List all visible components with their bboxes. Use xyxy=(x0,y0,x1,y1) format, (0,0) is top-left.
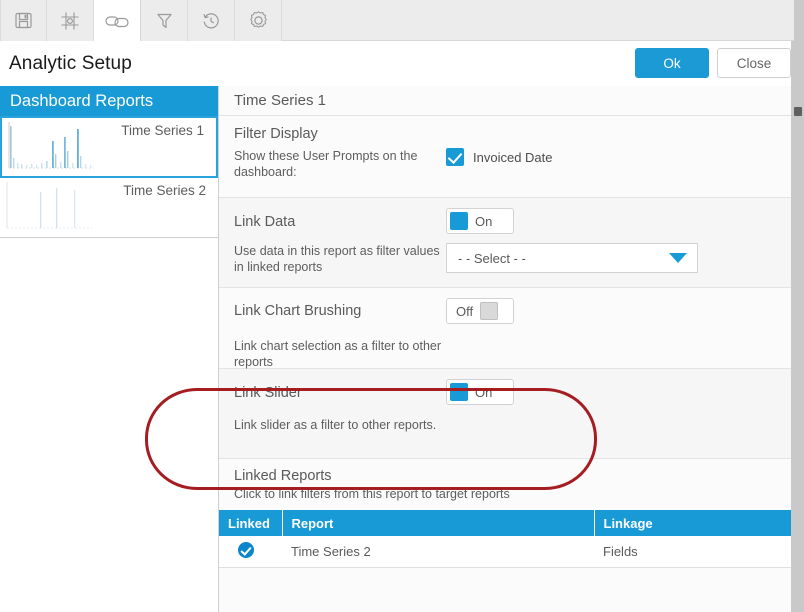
history-icon xyxy=(201,11,221,31)
link-slider-toggle[interactable]: On xyxy=(446,379,514,405)
cell-linkage: Fields xyxy=(594,536,791,568)
title-bar: Analytic Setup Ok Close xyxy=(0,41,804,86)
link-data-toggle[interactable]: On xyxy=(446,208,514,234)
link-slider-description: Link slider as a filter to other reports… xyxy=(234,418,437,432)
section-link-data: Link Data On Use data in this report as … xyxy=(219,198,791,288)
table-row[interactable]: Time Series 2 Fields xyxy=(219,536,791,568)
section-linked-reports: Linked Reports Click to link filters fro… xyxy=(219,459,791,568)
gear-icon xyxy=(248,10,269,31)
linked-reports-table: Linked Report Linkage Time Series 2 Fiel… xyxy=(219,510,791,568)
chevron-down-icon xyxy=(667,250,689,266)
layout-icon xyxy=(60,11,80,31)
invoiced-date-checkbox[interactable] xyxy=(446,148,464,166)
link-data-toggle-state: On xyxy=(475,213,493,229)
layout-button[interactable] xyxy=(47,0,94,41)
close-button[interactable]: Close xyxy=(717,48,791,78)
scrollbar-marker-icon xyxy=(794,107,802,116)
linked-reports-subtitle: Click to link filters from this report t… xyxy=(234,487,510,501)
link-button[interactable] xyxy=(94,0,141,41)
ok-button[interactable]: Ok xyxy=(635,48,709,78)
sidebar-header: Dashboard Reports xyxy=(0,86,218,116)
link-icon xyxy=(105,13,129,29)
analytic-setup-window: Analytic Setup Ok Close Dashboard Report… xyxy=(0,0,804,612)
link-chart-brushing-description: Link chart selection as a filter to othe… xyxy=(234,339,442,369)
link-data-title: Link Data xyxy=(234,213,296,230)
page-title: Analytic Setup xyxy=(9,52,132,74)
filter-display-title: Filter Display xyxy=(234,126,318,142)
link-chart-brushing-toggle-state: Off xyxy=(456,303,474,319)
section-link-chart-brushing: Link Chart Brushing Off Link chart selec… xyxy=(219,288,791,369)
sidebar-item-time-series-1[interactable]: Time Series 1 xyxy=(0,116,218,178)
sidebar-item-label: Time Series 1 xyxy=(121,123,204,138)
report-thumbnail xyxy=(2,118,98,176)
section-link-slider: Link Slider On Link slider as a filter t… xyxy=(219,369,791,459)
report-thumbnail xyxy=(0,178,96,237)
section-filter-display: Filter Display Show these User Prompts o… xyxy=(219,116,791,198)
dashboard-reports-sidebar: Dashboard Reports Time Series 1 Time Ser… xyxy=(0,86,219,612)
table-header-row: Linked Report Linkage xyxy=(219,510,791,536)
link-slider-toggle-state: On xyxy=(475,384,493,400)
cell-report[interactable]: Time Series 2 xyxy=(282,536,594,568)
link-data-select[interactable]: - - Select - - xyxy=(446,243,698,273)
dialog-actions: Ok Close xyxy=(635,48,791,78)
scrollbar-thumb[interactable] xyxy=(792,41,803,241)
link-data-select-value: - - Select - - xyxy=(458,250,526,266)
link-slider-title: Link Slider xyxy=(234,384,302,401)
history-button[interactable] xyxy=(188,0,235,41)
link-chart-brushing-title: Link Chart Brushing xyxy=(234,303,362,319)
vertical-scrollbar[interactable] xyxy=(791,41,804,612)
toolbar xyxy=(0,0,804,41)
save-button[interactable] xyxy=(0,0,47,41)
sidebar-item-time-series-2[interactable]: Time Series 2 xyxy=(0,178,218,238)
linked-reports-title: Linked Reports xyxy=(234,468,332,484)
sidebar-item-label: Time Series 2 xyxy=(123,183,206,198)
column-header-report[interactable]: Report xyxy=(282,510,595,536)
column-header-linked[interactable]: Linked xyxy=(219,510,283,536)
toolbar-right-edge xyxy=(794,0,804,41)
save-icon xyxy=(14,11,33,30)
settings-panel: Time Series 1 Filter Display Show these … xyxy=(219,86,791,612)
filter-display-description: Show these User Prompts on the dashboard… xyxy=(234,149,418,179)
toggle-knob-icon xyxy=(450,383,468,401)
link-data-description: Use data in this report as filter values… xyxy=(234,244,440,274)
filter-button[interactable] xyxy=(141,0,188,41)
invoiced-date-label: Invoiced Date xyxy=(473,149,553,165)
cell-linked[interactable] xyxy=(219,536,282,568)
body: Dashboard Reports Time Series 1 Time Ser… xyxy=(0,86,804,612)
filter-icon xyxy=(155,11,174,30)
link-chart-brushing-toggle[interactable]: Off xyxy=(446,298,514,324)
user-prompt-invoiced-date[interactable]: Invoiced Date xyxy=(446,148,776,166)
settings-button[interactable] xyxy=(235,0,282,41)
panel-title: Time Series 1 xyxy=(219,86,791,116)
column-header-linkage[interactable]: Linkage xyxy=(594,510,791,536)
toolbar-spacer xyxy=(282,0,804,40)
toggle-knob-icon xyxy=(450,212,468,230)
toggle-knob-icon xyxy=(480,302,499,320)
linked-check-icon[interactable] xyxy=(238,541,254,558)
